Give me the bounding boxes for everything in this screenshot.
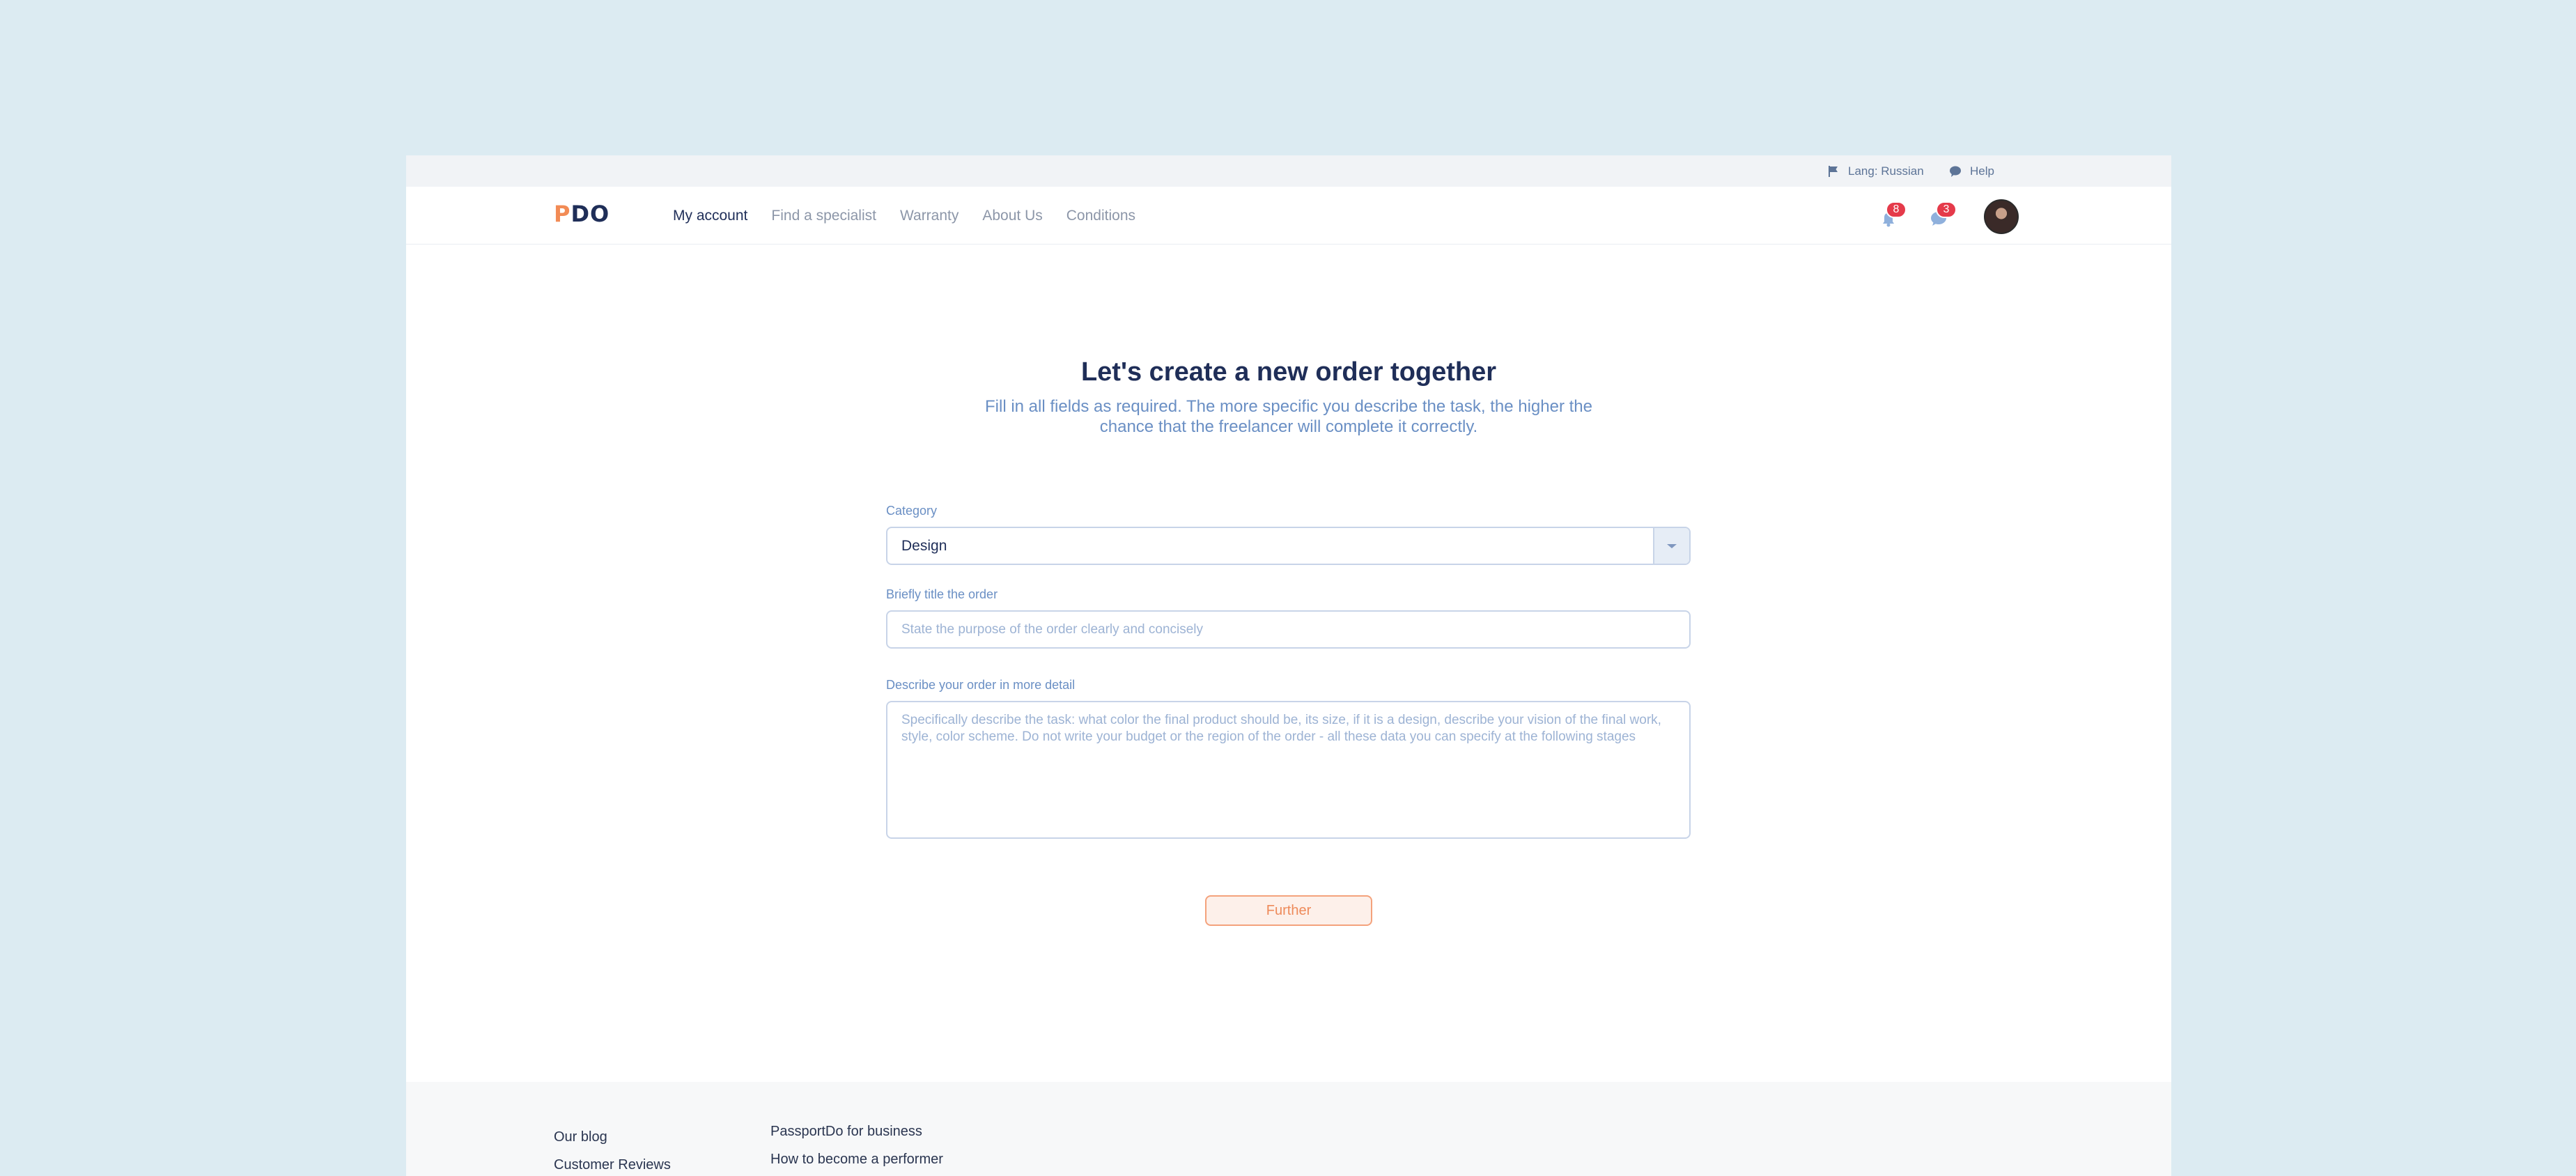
chevron-down-icon [1667,543,1677,548]
notifications-button[interactable]: 8 [1875,201,1907,232]
category-dropdown-toggle[interactable] [1653,528,1689,564]
flag-icon [1829,165,1838,177]
language-selector[interactable]: Lang: Russian [1827,155,1924,187]
help-label: Help [1970,164,1994,178]
nav-links: My account Find a specialist Warranty Ab… [673,187,1135,245]
notifications-badge: 8 [1886,201,1907,218]
category-label: Category [886,504,938,518]
chat-bubble-icon [1950,166,1961,177]
nav-link-my-account[interactable]: My account [673,208,747,224]
further-button[interactable]: Further [1205,895,1372,926]
help-link[interactable]: Help [1949,155,1994,187]
page-subtitle: Fill in all fields as required. The more… [985,397,1592,436]
user-avatar[interactable] [1984,199,2019,234]
order-title-input[interactable] [886,610,1691,649]
category-selected-value: Design [901,537,947,554]
footer-link-customer-reviews[interactable]: Customer Reviews [554,1157,671,1173]
logo[interactable]: PDO [554,201,610,227]
top-utility-bar: Lang: Russian Help [406,155,2171,187]
main-navbar: PDO My account Find a specialist Warrant… [406,187,2171,245]
messages-badge: 3 [1936,201,1957,218]
footer-link-our-blog[interactable]: Our blog [554,1129,607,1145]
footer-link-become-performer[interactable]: How to become a performer [770,1152,943,1168]
browser-window: Lang: Russian Help PDO My account Find a… [406,155,2171,1176]
nav-link-about-us[interactable]: About Us [982,208,1042,224]
logo-letters: DO [571,201,610,227]
messages-button[interactable]: 3 [1925,201,1957,232]
page-title: Let's create a new order together [1080,357,1497,387]
category-select[interactable]: Design [886,527,1691,565]
footer-link-business[interactable]: PassportDo for business [770,1124,922,1140]
language-label: Lang: Russian [1848,164,1924,178]
nav-link-conditions[interactable]: Conditions [1066,208,1135,224]
nav-link-find-specialist[interactable]: Find a specialist [771,208,876,224]
logo-letter-p: P [554,201,571,227]
order-description-label: Describe your order in more detail [886,678,1076,692]
footer: Our blog Customer Reviews PassportDo for… [406,1082,2171,1176]
order-description-textarea[interactable] [886,701,1691,839]
nav-link-warranty[interactable]: Warranty [900,208,959,224]
order-title-label: Briefly title the order [886,587,998,601]
